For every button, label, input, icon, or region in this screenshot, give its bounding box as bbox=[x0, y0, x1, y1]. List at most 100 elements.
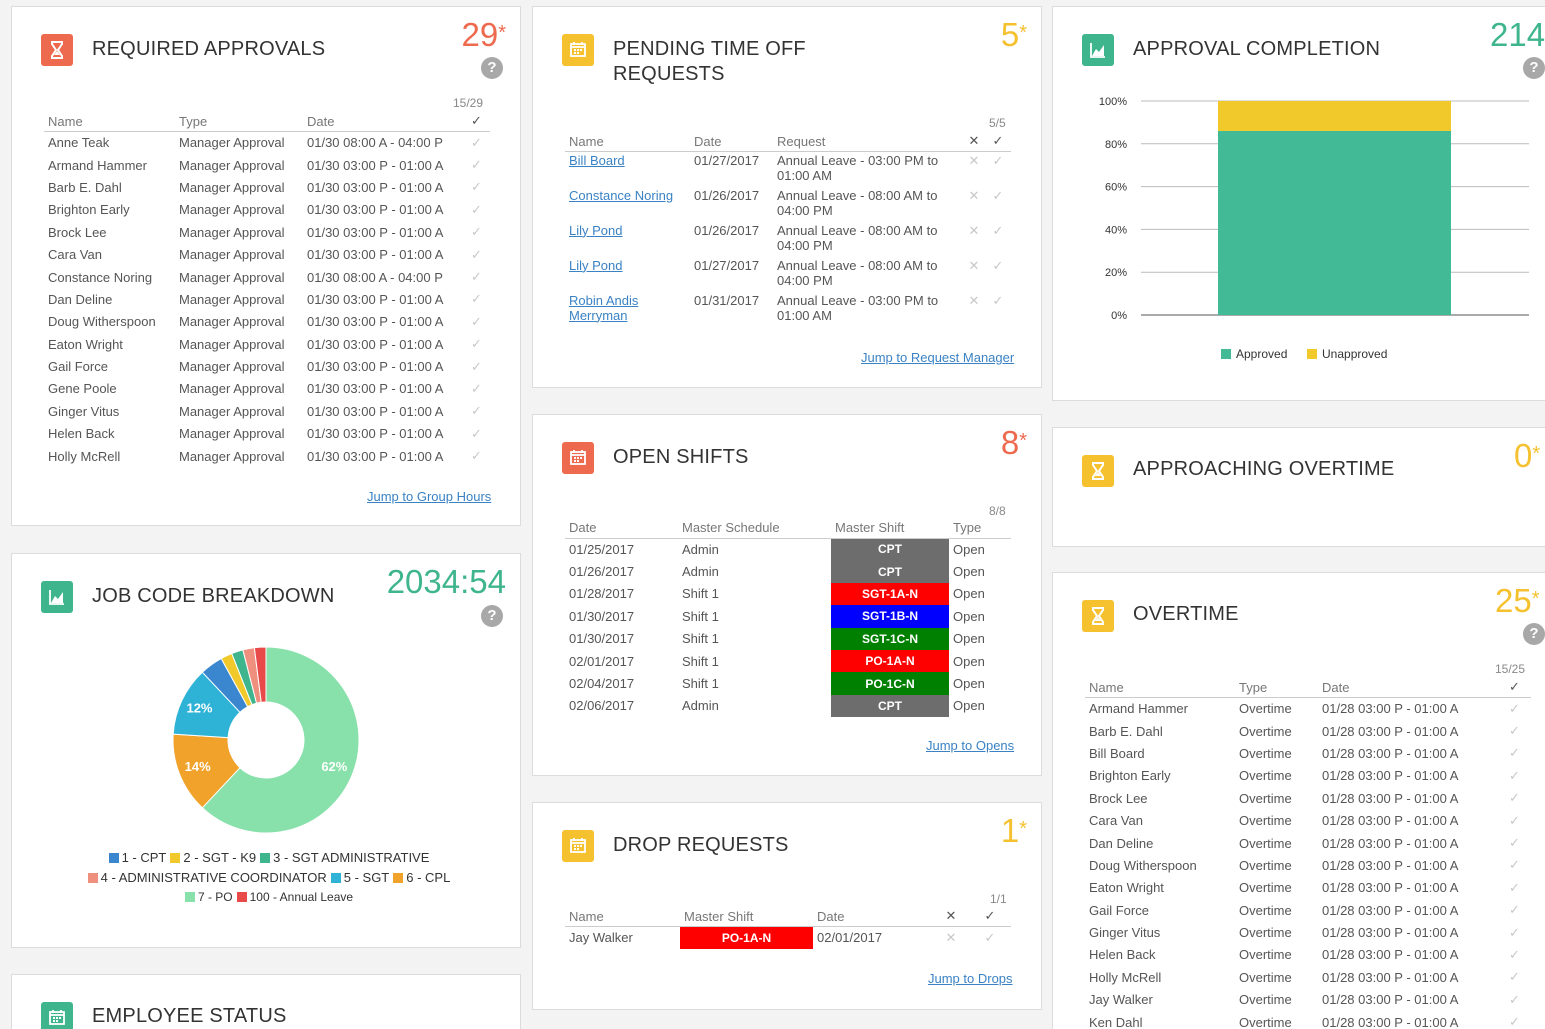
approve-check-icon[interactable]: ✓ bbox=[1498, 877, 1531, 899]
table-row[interactable]: Bill Board Overtime 01/28 03:00 P - 01:00 … bbox=[1085, 742, 1531, 764]
jump-to-group-hours-link[interactable]: Jump to Group Hours bbox=[367, 489, 491, 504]
column-header[interactable]: Type bbox=[1235, 679, 1318, 698]
table-row[interactable]: 01/30/2017 Shift 1 SGT-1B-N Open bbox=[565, 605, 1011, 628]
approve-check-icon[interactable]: ✓ bbox=[463, 311, 490, 333]
table-row[interactable]: Cara Van Overtime 01/28 03:00 P - 01:00 A ✓ bbox=[1085, 809, 1531, 831]
legend-label[interactable]: Approved bbox=[1236, 347, 1287, 361]
approve-check-icon[interactable]: ✓ bbox=[1498, 720, 1531, 742]
employee-name-link[interactable]: Bill Board bbox=[569, 153, 686, 168]
table-row[interactable]: Helen Back Overtime 01/28 03:00 P - 01:00 … bbox=[1085, 944, 1531, 966]
table-row[interactable]: Barb E. Dahl Manager Approval 01/30 03:00 … bbox=[44, 176, 490, 198]
table-row[interactable]: Eaton Wright Manager Approval 01/30 03:00 … bbox=[44, 333, 490, 355]
approve-check-icon[interactable]: ✓ bbox=[463, 445, 490, 467]
deny-x-icon[interactable]: ✕ bbox=[963, 222, 985, 257]
approve-check-icon[interactable]: ✓ bbox=[985, 187, 1011, 222]
approve-check-icon[interactable]: ✓ bbox=[1498, 698, 1531, 720]
column-header[interactable]: Type bbox=[175, 113, 303, 132]
column-header[interactable]: Date bbox=[813, 908, 933, 927]
approve-check-icon[interactable]: ✓ bbox=[463, 132, 490, 154]
deny-x-icon[interactable]: ✕ bbox=[963, 187, 985, 222]
approve-check-icon[interactable]: ✓ bbox=[1498, 742, 1531, 764]
table-row[interactable]: Cara Van Manager Approval 01/30 03:00 P - … bbox=[44, 243, 490, 265]
approve-check-icon[interactable]: ✓ bbox=[463, 221, 490, 243]
table-row[interactable]: Brighton Early Overtime 01/28 03:00 P - 01… bbox=[1085, 765, 1531, 787]
approve-check-icon[interactable]: ✓ bbox=[463, 266, 490, 288]
approve-check-icon[interactable]: ✓ bbox=[463, 199, 490, 221]
legend-item[interactable]: 7 - PO bbox=[181, 890, 233, 904]
jump-to-drops-link[interactable]: Jump to Drops bbox=[928, 971, 1013, 986]
legend-item[interactable]: 100 - Annual Leave bbox=[233, 890, 353, 904]
column-header[interactable]: Master Shift bbox=[680, 908, 813, 927]
approve-all-header[interactable]: ✓ bbox=[985, 133, 1011, 152]
approve-check-icon[interactable]: ✓ bbox=[1498, 899, 1531, 921]
table-row[interactable]: Armand Hammer Manager Approval 01/30 03:00… bbox=[44, 154, 490, 176]
table-row[interactable]: Jay Walker Overtime 01/28 03:00 P - 01:00 … bbox=[1085, 989, 1531, 1011]
table-row[interactable]: 01/26/2017 Admin CPT Open bbox=[565, 560, 1011, 583]
employee-name-link[interactable]: Lily Pond bbox=[569, 223, 686, 238]
approve-check-icon[interactable]: ✓ bbox=[969, 927, 1011, 949]
help-icon[interactable]: ? bbox=[1523, 623, 1545, 645]
approve-check-icon[interactable]: ✓ bbox=[463, 176, 490, 198]
table-row[interactable]: Dan Deline Overtime 01/28 03:00 P - 01:00 … bbox=[1085, 832, 1531, 854]
approve-check-icon[interactable]: ✓ bbox=[985, 222, 1011, 257]
approve-check-icon[interactable]: ✓ bbox=[463, 154, 490, 176]
column-header[interactable]: Type bbox=[949, 520, 1011, 539]
table-row[interactable]: Bill Board 01/27/2017 Annual Leave - 03:00… bbox=[565, 152, 1011, 187]
column-header[interactable]: Date bbox=[303, 113, 463, 132]
table-row[interactable]: Dan Deline Manager Approval 01/30 03:00 P … bbox=[44, 288, 490, 310]
table-row[interactable]: Constance Noring Manager Approval 01/30 08… bbox=[44, 266, 490, 288]
table-row[interactable]: 02/04/2017 Shift 1 PO-1C-N Open bbox=[565, 672, 1011, 695]
table-row[interactable]: 02/01/2017 Shift 1 PO-1A-N Open bbox=[565, 649, 1011, 673]
table-row[interactable]: Jay Walker PO-1A-N 02/01/2017 ✕ ✓ bbox=[565, 926, 1011, 949]
table-row[interactable]: Helen Back Manager Approval 01/30 03:00 P … bbox=[44, 423, 490, 445]
deny-all-header[interactable]: ✕ bbox=[963, 133, 985, 152]
approve-check-icon[interactable]: ✓ bbox=[985, 257, 1011, 292]
jump-to-opens-link[interactable]: Jump to Opens bbox=[926, 738, 1014, 753]
bar-segment-unapproved[interactable] bbox=[1218, 101, 1451, 131]
approve-all-header[interactable]: ✓ bbox=[969, 908, 1011, 927]
table-row[interactable]: Gail Force Manager Approval 01/30 03:00 P … bbox=[44, 355, 490, 377]
approve-check-icon[interactable]: ✓ bbox=[1498, 944, 1531, 966]
column-header[interactable]: Name bbox=[1085, 679, 1235, 698]
column-header[interactable]: Date bbox=[565, 520, 678, 539]
approve-check-icon[interactable]: ✓ bbox=[1498, 1011, 1531, 1029]
approve-check-icon[interactable]: ✓ bbox=[1498, 765, 1531, 787]
approve-check-icon[interactable]: ✓ bbox=[1498, 809, 1531, 831]
column-header[interactable]: ✓ bbox=[1498, 679, 1531, 698]
jump-to-request-manager-link[interactable]: Jump to Request Manager bbox=[861, 350, 1014, 365]
column-header[interactable]: Master Shift bbox=[831, 520, 949, 539]
employee-name-link[interactable]: Merryman bbox=[569, 308, 686, 323]
deny-x-icon[interactable]: ✕ bbox=[933, 927, 969, 949]
table-row[interactable]: Brock Lee Overtime 01/28 03:00 P - 01:00 A… bbox=[1085, 787, 1531, 809]
deny-x-icon[interactable]: ✕ bbox=[963, 292, 985, 327]
legend-item[interactable]: 2 - SGT - K9 bbox=[166, 850, 256, 865]
approve-check-icon[interactable]: ✓ bbox=[463, 400, 490, 422]
deny-all-header[interactable]: ✕ bbox=[933, 908, 969, 927]
table-row[interactable]: Holly McRell Overtime 01/28 03:00 P - 01:0… bbox=[1085, 966, 1531, 988]
approve-check-icon[interactable]: ✓ bbox=[463, 243, 490, 265]
table-row[interactable]: Gene Poole Manager Approval 01/30 03:00 P … bbox=[44, 378, 490, 400]
legend-item[interactable]: 4 - ADMINISTRATIVE COORDINATOR bbox=[84, 870, 327, 885]
approve-check-icon[interactable]: ✓ bbox=[463, 355, 490, 377]
column-header[interactable]: Name bbox=[44, 113, 175, 132]
approve-check-icon[interactable]: ✓ bbox=[985, 152, 1011, 187]
table-row[interactable]: Doug Witherspoon Manager Approval 01/30 03… bbox=[44, 311, 490, 333]
table-row[interactable]: Ginger Vitus Overtime 01/28 03:00 P - 01:0… bbox=[1085, 921, 1531, 943]
deny-x-icon[interactable]: ✕ bbox=[963, 257, 985, 292]
column-header[interactable]: Name bbox=[565, 908, 680, 927]
column-header[interactable]: ✓ bbox=[463, 113, 490, 132]
help-icon[interactable]: ? bbox=[481, 605, 503, 627]
table-row[interactable]: 01/30/2017 Shift 1 SGT-1C-N Open bbox=[565, 627, 1011, 650]
table-row[interactable]: Brock Lee Manager Approval 01/30 03:00 P -… bbox=[44, 221, 490, 243]
column-header[interactable]: Date bbox=[1318, 679, 1498, 698]
table-row[interactable]: Ken Dahl Overtime 01/28 03:00 P - 01:00 A ✓ bbox=[1085, 1011, 1531, 1029]
approve-check-icon[interactable]: ✓ bbox=[463, 288, 490, 310]
legend-item[interactable]: 1 - CPT bbox=[105, 850, 166, 865]
table-row[interactable]: Lily Pond 01/26/2017 Annual Leave - 08:00 … bbox=[565, 222, 1011, 257]
bar-segment-approved[interactable] bbox=[1218, 130, 1451, 315]
legend-label[interactable]: Unapproved bbox=[1322, 347, 1387, 361]
approve-check-icon[interactable]: ✓ bbox=[1498, 966, 1531, 988]
help-icon[interactable]: ? bbox=[1523, 57, 1545, 79]
approve-check-icon[interactable]: ✓ bbox=[463, 333, 490, 355]
table-row[interactable]: Holly McRell Manager Approval 01/30 03:00 … bbox=[44, 445, 490, 467]
